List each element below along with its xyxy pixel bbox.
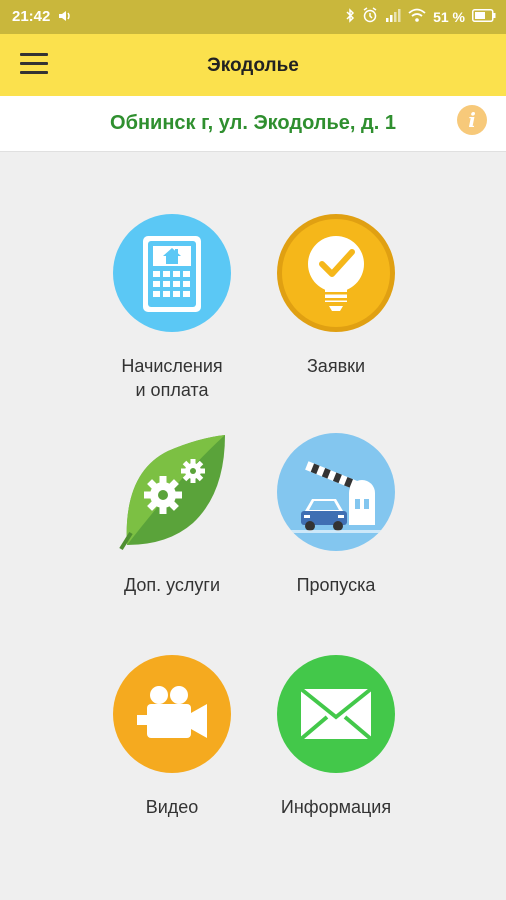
calculator-house-icon: [113, 214, 231, 332]
address-text: Обнинск г, ул. Экодолье, д. 1: [110, 112, 396, 134]
tile-label: Заявки: [306, 356, 366, 376]
tile-label: Информация: [280, 797, 392, 817]
status-time: 21:42: [12, 8, 51, 25]
alarm-icon: [362, 7, 378, 27]
wifi-icon: [408, 8, 426, 26]
tile-information[interactable]: Информация: [251, 655, 421, 819]
envelope-icon: [277, 655, 395, 773]
app-bar: Экодолье: [0, 34, 506, 96]
tile-label: Доп. услуги: [123, 575, 221, 595]
video-camera-icon: [113, 655, 231, 773]
bluetooth-icon: [345, 7, 355, 27]
tile-label-line1: Начисления: [121, 356, 223, 376]
tile-label: Начисления и оплата: [87, 354, 257, 402]
tile-requests[interactable]: Заявки: [251, 214, 421, 378]
battery-percent: 51 %: [433, 9, 465, 25]
lightbulb-check-icon: [277, 214, 395, 332]
app-title: Экодолье: [207, 55, 299, 76]
signal-icon: [385, 8, 401, 26]
address-bar: Обнинск г, ул. Экодолье, д. 1 i: [0, 96, 506, 152]
barrier-car-icon: [277, 433, 395, 551]
tile-passes[interactable]: Пропуска: [251, 433, 421, 597]
sound-icon: [58, 9, 72, 27]
tile-accruals-payment[interactable]: Начисления и оплата: [87, 214, 257, 402]
tile-label-line2: и оплата: [135, 380, 209, 400]
leaf-gears-icon: [113, 433, 231, 551]
battery-icon: [472, 8, 496, 26]
tile-label: Пропуска: [296, 575, 376, 595]
tile-additional-services[interactable]: Доп. услуги: [87, 433, 257, 597]
status-bar: 21:42 51 %: [0, 0, 506, 34]
status-icons: 51 %: [345, 7, 496, 27]
info-icon[interactable]: i: [457, 105, 487, 135]
tile-video[interactable]: Видео: [87, 655, 257, 819]
tile-label: Видео: [145, 797, 199, 817]
